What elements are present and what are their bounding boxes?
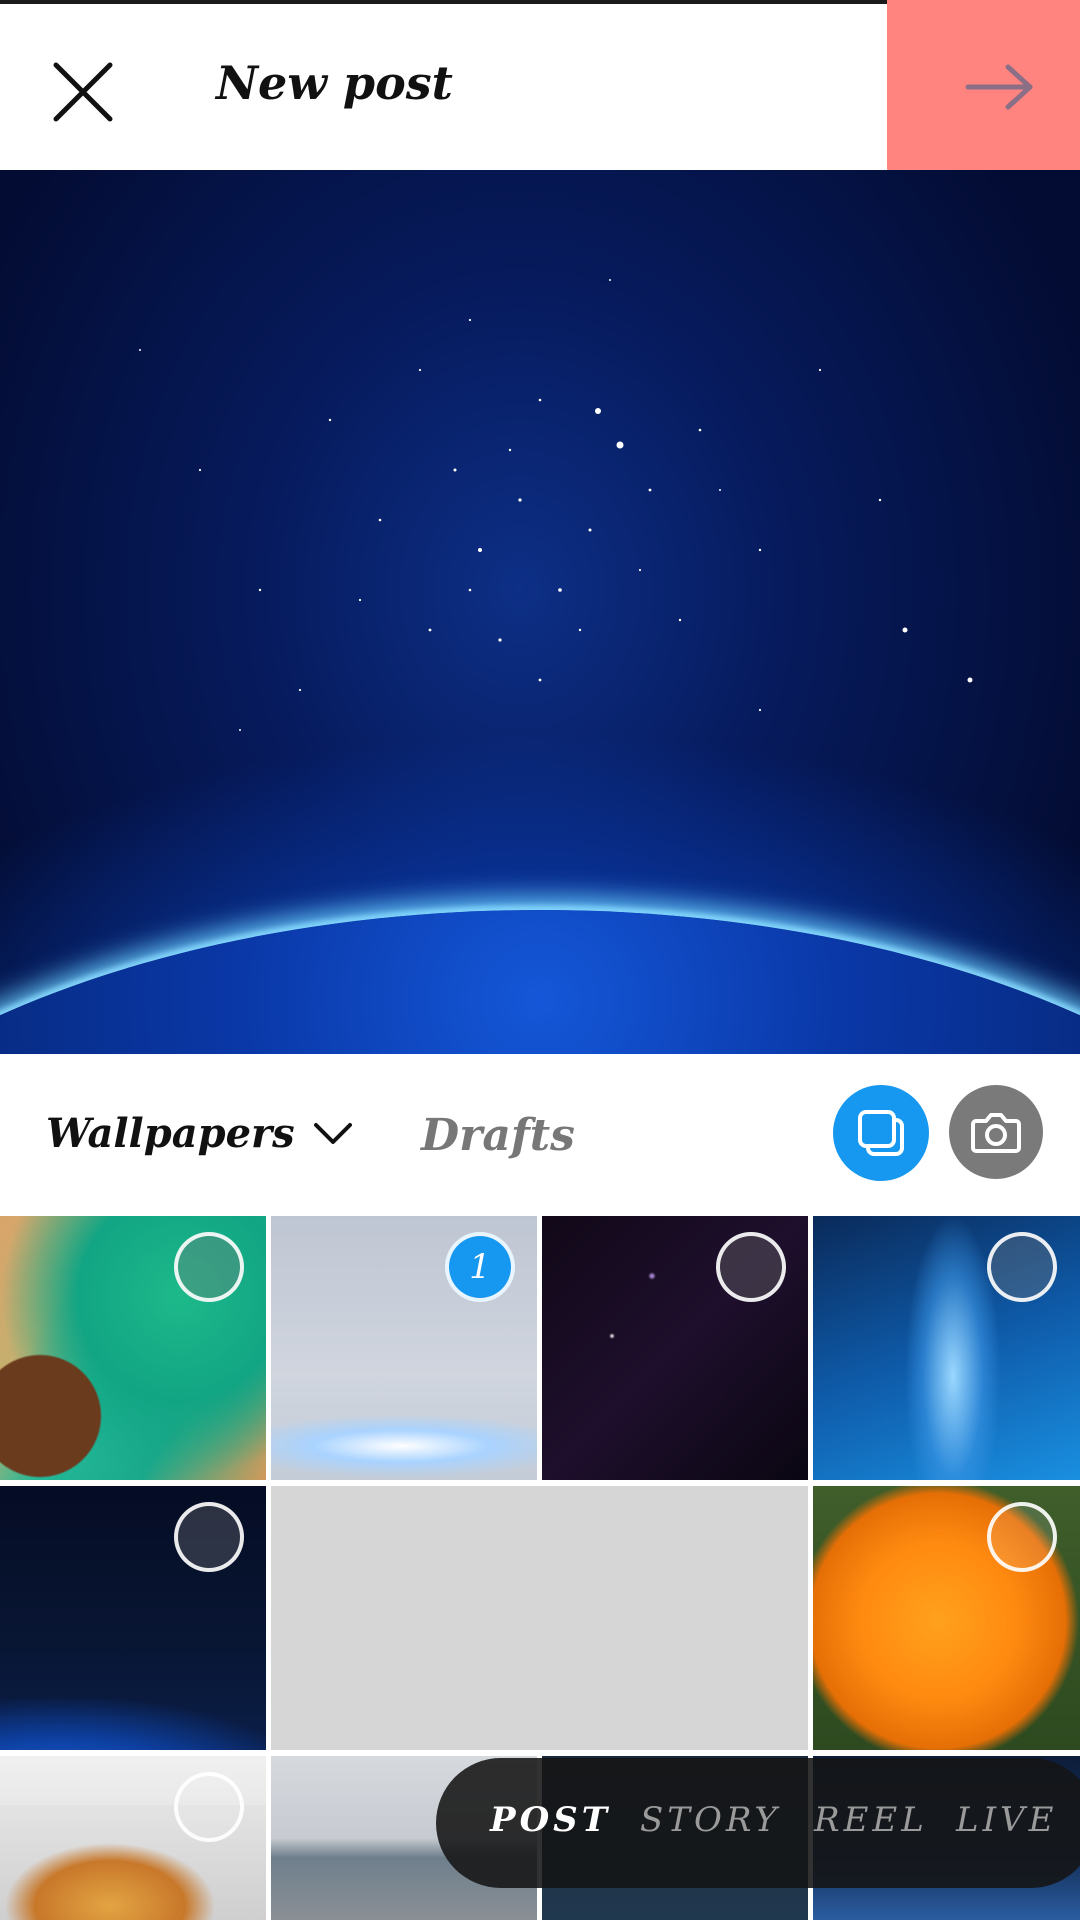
gallery-tile[interactable] (0, 1486, 266, 1750)
camera-icon (971, 1113, 1021, 1153)
select-circle[interactable] (174, 1502, 244, 1572)
gallery-tile[interactable] (813, 1216, 1080, 1480)
multi-select-icon (858, 1110, 904, 1156)
select-circle[interactable] (987, 1232, 1057, 1302)
mode-switcher: POST STORY REEL LIVE (436, 1758, 1080, 1888)
mode-live[interactable]: LIVE (956, 1800, 1057, 1840)
camera-button[interactable] (949, 1085, 1043, 1179)
chevron-down-icon (313, 1122, 352, 1144)
gallery-tile[interactable] (542, 1216, 808, 1480)
mode-reel[interactable]: REEL (814, 1800, 928, 1840)
gallery-controls: Wallpapers Drafts (0, 1054, 1080, 1216)
selection-number-badge[interactable]: 1 (445, 1232, 515, 1302)
gallery-tile-placeholder (271, 1486, 808, 1750)
arrow-right-icon (965, 64, 1033, 110)
album-label: Wallpapers (46, 1110, 295, 1157)
close-button[interactable] (40, 49, 126, 135)
select-circle[interactable] (716, 1232, 786, 1302)
gallery-tile[interactable] (813, 1486, 1080, 1750)
page-title: New post (216, 56, 453, 110)
mode-post[interactable]: POST (490, 1800, 611, 1840)
album-selector[interactable]: Wallpapers (46, 1110, 353, 1157)
gallery-tile[interactable] (0, 1756, 266, 1920)
select-circle[interactable] (174, 1232, 244, 1302)
select-circle[interactable] (987, 1502, 1057, 1572)
photo-preview[interactable] (0, 170, 1080, 1054)
drafts-link[interactable]: Drafts (421, 1110, 575, 1161)
gallery-tile[interactable] (0, 1216, 266, 1480)
mode-story[interactable]: STORY (640, 1800, 781, 1840)
multi-select-button[interactable] (833, 1085, 929, 1181)
close-icon (53, 62, 113, 122)
gallery-tile[interactable]: 1 (271, 1216, 537, 1480)
select-circle[interactable] (174, 1772, 244, 1842)
next-button[interactable] (955, 48, 1045, 126)
